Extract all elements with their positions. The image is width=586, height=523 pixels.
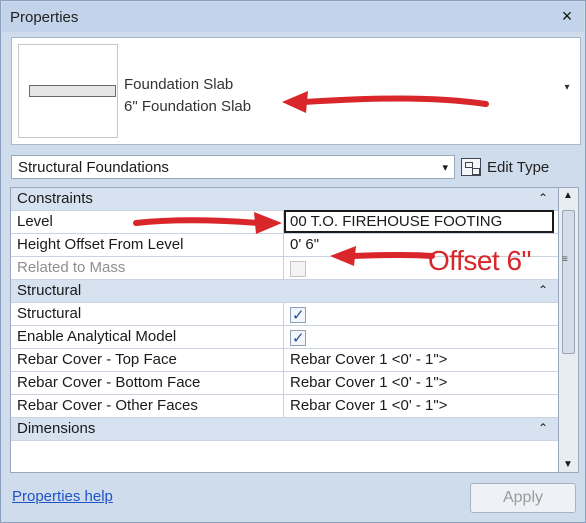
category-row: Structural Foundations ▾ Edit Type bbox=[9, 153, 579, 183]
property-name: Enable Analytical Model bbox=[11, 326, 284, 348]
level-input[interactable]: 00 T.O. FIREHOUSE FOOTING bbox=[284, 210, 554, 233]
collapse-icon[interactable]: ⌃ bbox=[536, 191, 550, 205]
apply-button[interactable]: Apply bbox=[470, 483, 576, 513]
edit-type-button[interactable]: Edit Type bbox=[461, 153, 549, 181]
property-row-structural[interactable]: Structural bbox=[11, 303, 558, 326]
property-name: Rebar Cover - Top Face bbox=[11, 349, 284, 371]
property-row-enable-analytical-model[interactable]: Enable Analytical Model bbox=[11, 326, 558, 349]
property-name: Rebar Cover - Other Faces bbox=[11, 395, 284, 417]
property-value-cell bbox=[284, 326, 558, 348]
family-name: Foundation Slab bbox=[124, 76, 234, 93]
properties-grid: Constraints ⌃ Level 00 T.O. FIREHOUSE FO… bbox=[10, 187, 559, 473]
rebar-cover-other-value[interactable]: Rebar Cover 1 <0' - 1"> bbox=[284, 395, 558, 417]
window-title: Properties bbox=[10, 8, 79, 26]
type-dropdown-icon[interactable]: ▾ bbox=[560, 82, 574, 96]
property-name: Level bbox=[11, 211, 284, 233]
property-name: Height Offset From Level bbox=[11, 234, 284, 256]
group-label: Constraints bbox=[17, 190, 93, 207]
edit-type-icon bbox=[461, 158, 481, 176]
title-bar[interactable]: Properties × bbox=[2, 2, 584, 32]
group-header-constraints[interactable]: Constraints ⌃ bbox=[11, 188, 558, 211]
property-value-cell bbox=[284, 303, 558, 325]
grid-scrollbar[interactable]: ▲ ≡ ▼ bbox=[559, 187, 579, 473]
collapse-icon[interactable]: ⌃ bbox=[536, 283, 550, 297]
property-row-rebar-top[interactable]: Rebar Cover - Top Face Rebar Cover 1 <0'… bbox=[11, 349, 558, 372]
rebar-cover-bottom-value[interactable]: Rebar Cover 1 <0' - 1"> bbox=[284, 372, 558, 394]
group-label: Dimensions bbox=[17, 420, 96, 437]
type-selector[interactable]: Foundation Slab 6" Foundation Slab ▾ bbox=[11, 37, 581, 145]
annotation-offset-label: Offset 6" bbox=[428, 245, 531, 276]
close-icon[interactable]: × bbox=[556, 5, 578, 27]
group-header-structural[interactable]: Structural ⌃ bbox=[11, 280, 558, 303]
category-filter-select[interactable]: Structural Foundations ▾ bbox=[11, 155, 455, 179]
property-row-rebar-bottom[interactable]: Rebar Cover - Bottom Face Rebar Cover 1 … bbox=[11, 372, 558, 395]
related-to-mass-checkbox bbox=[290, 261, 306, 277]
scroll-grip-icon: ≡ bbox=[562, 254, 568, 265]
property-name: Related to Mass bbox=[11, 257, 284, 279]
type-name: 6" Foundation Slab bbox=[124, 98, 252, 115]
type-preview-image bbox=[18, 44, 118, 138]
edit-type-label: Edit Type bbox=[487, 158, 550, 176]
property-row-rebar-other[interactable]: Rebar Cover - Other Faces Rebar Cover 1 … bbox=[11, 395, 558, 418]
palette-footer: Properties help Apply bbox=[2, 477, 584, 522]
category-selected-value: Structural Foundations bbox=[18, 159, 169, 176]
slab-preview-icon bbox=[29, 85, 116, 97]
chevron-down-icon: ▾ bbox=[442, 162, 448, 174]
properties-help-link[interactable]: Properties help bbox=[12, 488, 113, 505]
group-header-dimensions[interactable]: Dimensions ⌃ bbox=[11, 418, 558, 441]
enable-analytical-model-checkbox[interactable] bbox=[290, 328, 306, 348]
property-row-level[interactable]: Level 00 T.O. FIREHOUSE FOOTING bbox=[11, 210, 558, 234]
group-label: Structural bbox=[17, 282, 82, 299]
scroll-down-icon[interactable]: ▼ bbox=[563, 459, 573, 470]
structural-checkbox[interactable] bbox=[290, 305, 306, 325]
property-name: Structural bbox=[11, 303, 284, 325]
collapse-icon[interactable]: ⌃ bbox=[536, 421, 550, 435]
scroll-thumb[interactable] bbox=[562, 210, 575, 354]
rebar-cover-top-value[interactable]: Rebar Cover 1 <0' - 1"> bbox=[284, 349, 558, 371]
property-name: Rebar Cover - Bottom Face bbox=[11, 372, 284, 394]
scroll-up-icon[interactable]: ▲ bbox=[563, 190, 573, 201]
